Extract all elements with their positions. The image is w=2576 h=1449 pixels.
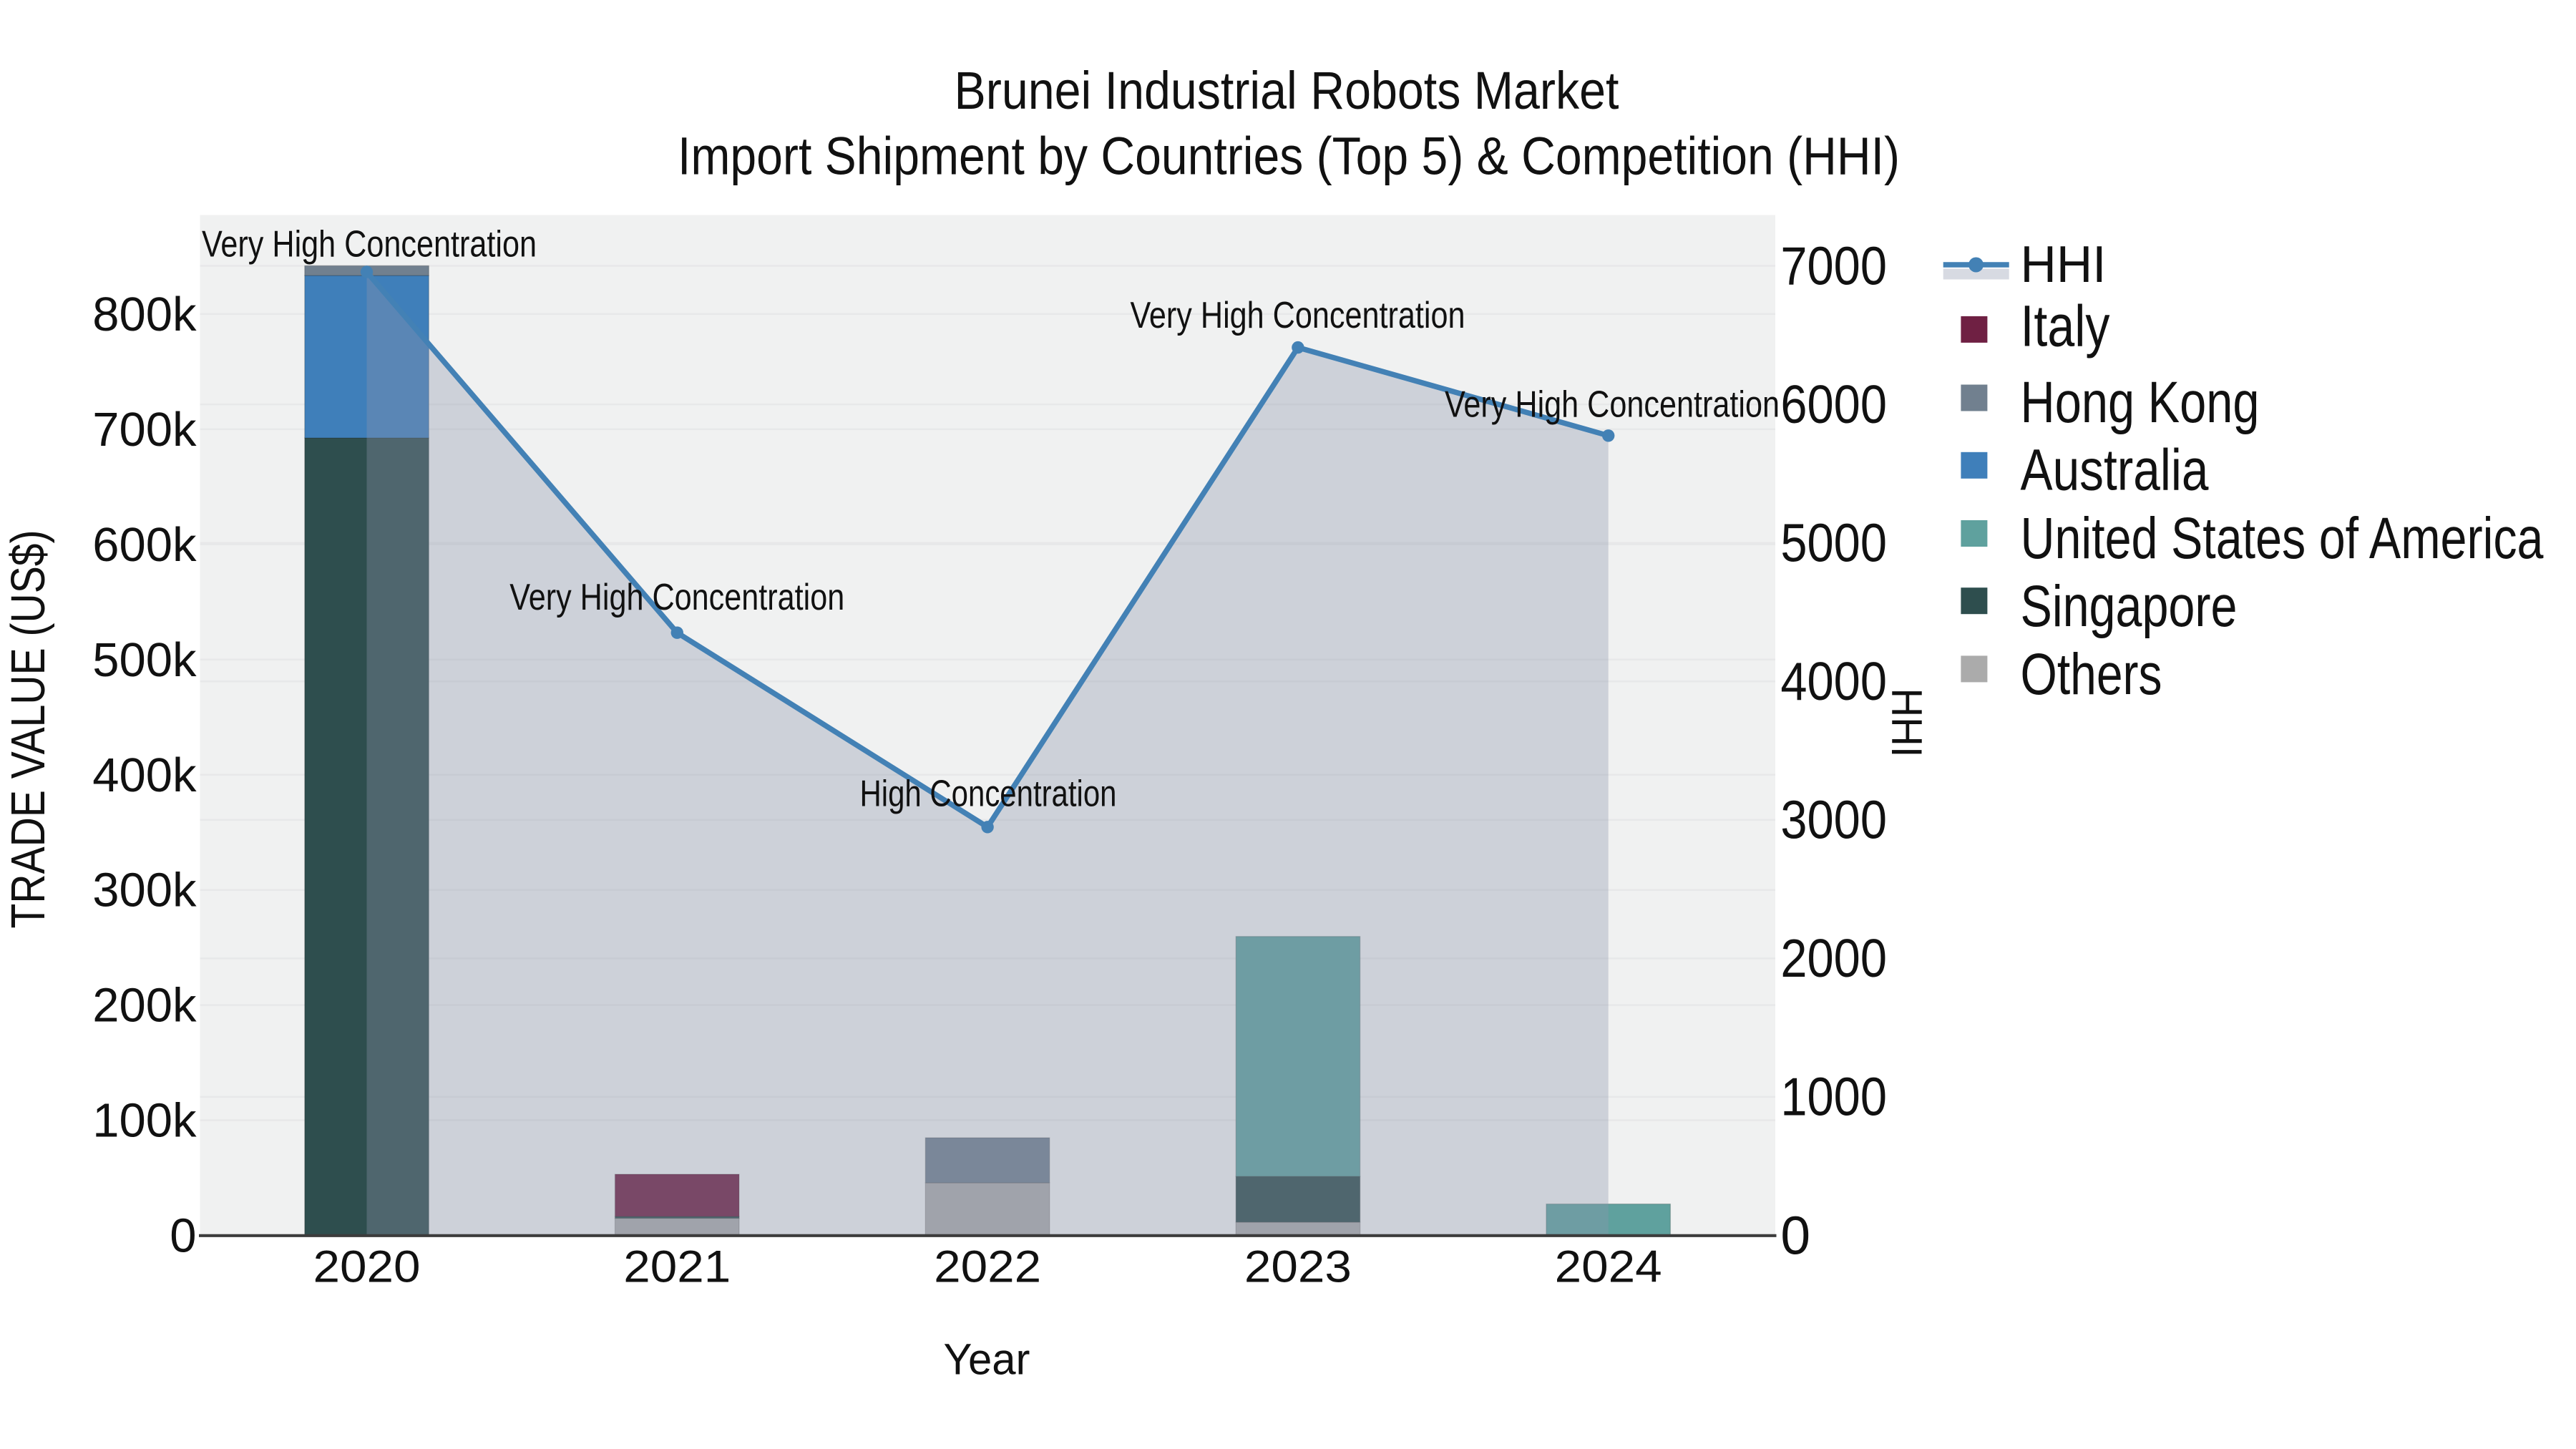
svg-text:5000: 5000 <box>1780 513 1887 573</box>
svg-text:700k: 700k <box>92 403 197 457</box>
svg-text:High Concentration: High Concentration <box>860 773 1117 814</box>
svg-text:200k: 200k <box>92 979 197 1033</box>
svg-text:7000: 7000 <box>1780 235 1887 296</box>
svg-text:Year: Year <box>944 1335 1030 1385</box>
svg-text:2021: 2021 <box>623 1242 731 1292</box>
svg-text:6000: 6000 <box>1780 374 1887 434</box>
svg-text:4000: 4000 <box>1780 651 1887 711</box>
svg-text:0: 0 <box>170 1209 196 1263</box>
svg-text:Very High Concentration: Very High Concentration <box>509 576 844 618</box>
svg-text:Others: Others <box>2021 642 2162 707</box>
svg-text:2022: 2022 <box>934 1242 1041 1292</box>
svg-text:800k: 800k <box>92 288 197 341</box>
svg-text:2000: 2000 <box>1780 928 1887 988</box>
svg-text:500k: 500k <box>92 633 197 687</box>
svg-text:2024: 2024 <box>1555 1242 1662 1292</box>
svg-text:Singapore: Singapore <box>2021 574 2238 639</box>
svg-text:United States of America: United States of America <box>2021 506 2544 571</box>
svg-text:Hong Kong: Hong Kong <box>2021 370 2260 435</box>
svg-text:HHI: HHI <box>1883 688 1931 758</box>
svg-text:Brunei Industrial Robots Marke: Brunei Industrial Robots Market <box>955 61 1619 120</box>
svg-text:Very High Concentration: Very High Concentration <box>1445 384 1780 425</box>
svg-text:Very High Concentration: Very High Concentration <box>202 223 537 265</box>
svg-text:400k: 400k <box>92 748 197 802</box>
svg-text:3000: 3000 <box>1780 790 1887 850</box>
svg-text:600k: 600k <box>92 518 197 572</box>
svg-text:HHI: HHI <box>2021 236 2107 293</box>
svg-text:Import Shipment by Countries (: Import Shipment by Countries (Top 5) & C… <box>678 127 1900 186</box>
svg-text:300k: 300k <box>92 864 197 917</box>
svg-text:2020: 2020 <box>313 1242 421 1292</box>
svg-text:Italy: Italy <box>2021 293 2110 358</box>
svg-text:TRADE VALUE (US$): TRADE VALUE (US$) <box>1 530 55 929</box>
svg-text:0: 0 <box>1780 1205 1810 1265</box>
svg-text:2023: 2023 <box>1244 1242 1352 1292</box>
svg-text:100k: 100k <box>92 1094 197 1148</box>
svg-text:Australia: Australia <box>2021 438 2209 503</box>
svg-text:Very High Concentration: Very High Concentration <box>1131 294 1465 336</box>
svg-text:1000: 1000 <box>1780 1067 1887 1127</box>
